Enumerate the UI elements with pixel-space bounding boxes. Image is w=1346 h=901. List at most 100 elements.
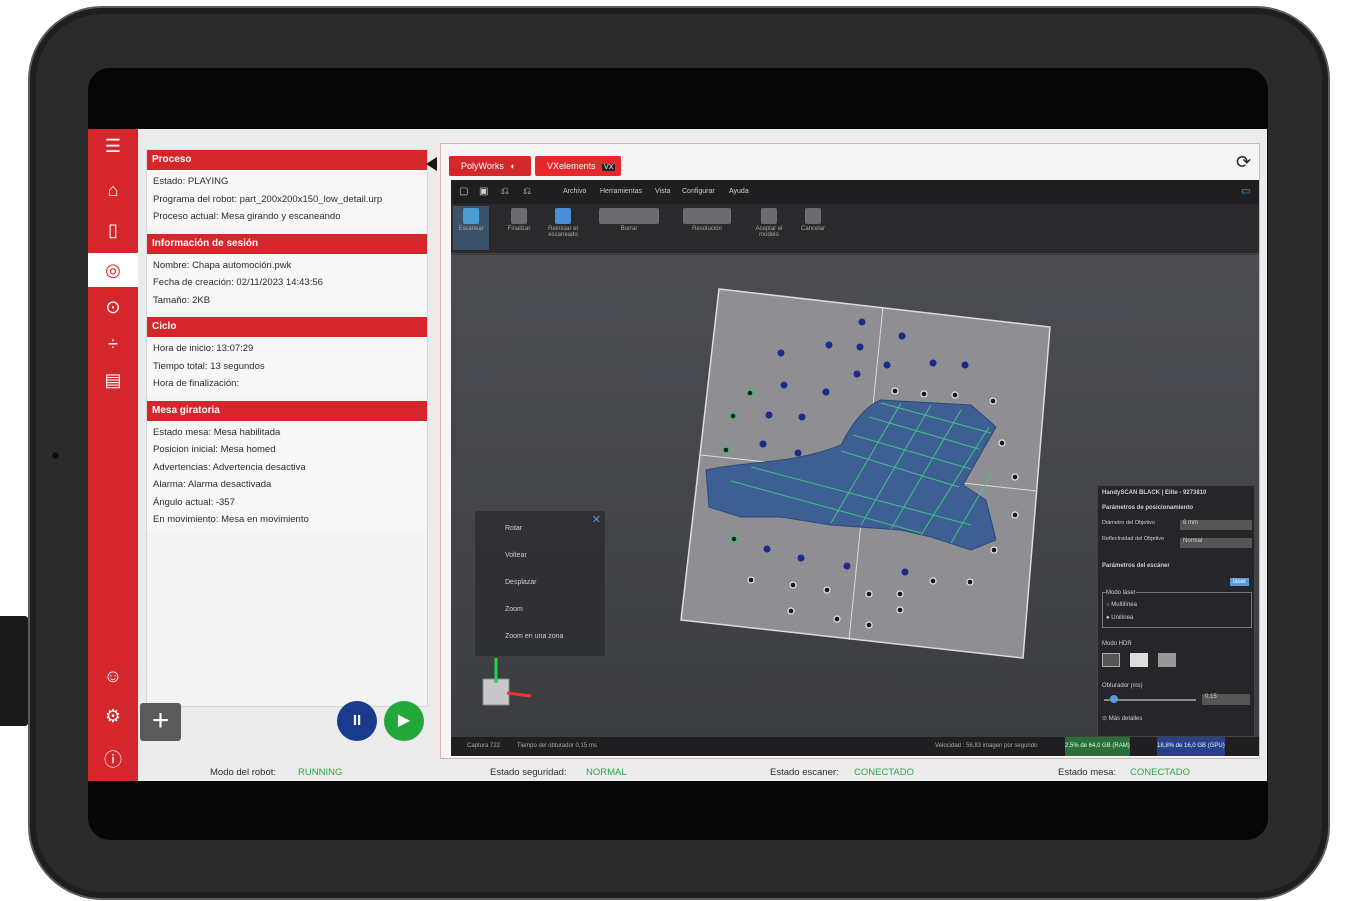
menu-archivo[interactable]: Archivo [563, 180, 586, 204]
external-cable-bar [0, 616, 28, 726]
view-context-menu: ✕ Rotar Voltear Desplazar Zoom Zoom en u… [475, 511, 605, 656]
shutter-time: Tiempo del obturador 0,15 ms [517, 743, 597, 749]
report-icon[interactable]: ▤ [88, 363, 138, 397]
more-details-label: Más detalles [1108, 716, 1143, 722]
user-icon[interactable]: ☺ [88, 659, 138, 693]
axis-gizmo[interactable] [482, 658, 532, 706]
bottom-status-bar: Modo del robot: RUNNING Estado seguridad… [138, 766, 1267, 781]
robot-mode-value: RUNNING [298, 767, 343, 778]
mesa-row: Posicion inicial: Mesa homed [153, 444, 276, 455]
scanner-title: HandySCAN BLACK | Elite - 9273810 [1102, 490, 1207, 496]
hdr-option-2[interactable] [1130, 653, 1148, 667]
collapse-arrow-icon[interactable] [426, 157, 437, 171]
ctx-desplazar[interactable]: Desplazar [505, 579, 537, 586]
safety-value: NORMAL [586, 767, 627, 778]
tab-polyworks[interactable]: PolyWorks ◐ [449, 156, 531, 176]
sidebar: ☰ ⌂ ▯ ◎ ⊙ ÷ ▤ ☺ ⚙ ⓘ [88, 129, 138, 781]
hdr-option-1[interactable] [1102, 653, 1120, 667]
tab-vxelements[interactable]: VXelements VX [535, 156, 621, 176]
sesion-row: Fecha de creación: 02/11/2023 14:43:56 [153, 277, 323, 288]
laser-mode-group [1102, 592, 1252, 628]
new-file-icon[interactable]: ▢ [459, 180, 468, 204]
pause-button[interactable]: II [337, 701, 377, 741]
ctx-voltear[interactable]: Voltear [505, 552, 527, 559]
cancel-tool-icon [805, 208, 821, 224]
ctx-zoom-zona[interactable]: Zoom en una zona [505, 633, 563, 640]
ribbon-resolucion[interactable]: Resolución [677, 206, 737, 232]
accept-tool-icon [761, 208, 777, 224]
redo-icon[interactable]: ⎌ [523, 180, 531, 204]
ribbon-cancelar[interactable]: Cancelar [795, 206, 831, 232]
menu-ayuda[interactable]: Ayuda [729, 180, 749, 204]
ribbon-escanear-label: Escanear [458, 226, 484, 232]
proceso-header: Proceso [147, 150, 427, 170]
gpu-usage: 18,8% de 16,0 GB (GPU) [1157, 737, 1225, 756]
save-icon[interactable]: ▣ [479, 180, 488, 204]
gear-icon[interactable]: ⚙ [88, 699, 138, 733]
target-diam-label: Diámetro del Objetivo [1102, 520, 1155, 526]
more-details-link[interactable]: ⊙ Más detalles [1102, 715, 1142, 722]
target-refl-field[interactable]: Normal [1180, 538, 1252, 548]
pos-params-header[interactable]: Parámetros de posicionamiento [1102, 505, 1193, 511]
mesa-row: Ángulo actual: -357 [153, 496, 235, 508]
ram-usage: 2,5% de 64,0 GB (RAM) [1065, 737, 1130, 756]
ctx-zoom[interactable]: Zoom [505, 606, 523, 613]
ciclo-row: Hora de inicio: 13:07:29 [153, 343, 254, 354]
ciclo-row: Hora de finalización: [153, 378, 240, 389]
menu-configurar[interactable]: Configurar [682, 180, 715, 204]
external-app-area: PolyWorks ◐ VXelements VX ⟳ ▢ ▣ ⎌ ⎌ Arch… [440, 143, 1260, 759]
ribbon-borrar-label: Borrar [620, 226, 638, 232]
vxelements-window: ▢ ▣ ⎌ ⎌ Archivo Herramientas Vista Confi… [451, 180, 1259, 756]
scanner-status-value: CONECTADO [854, 767, 914, 778]
help-chat-icon[interactable]: ▭ [1241, 180, 1250, 204]
add-button[interactable]: + [140, 703, 181, 741]
ribbon-resolucion-label: Resolución [692, 226, 722, 232]
ciclo-row: Tiempo total: 13 segundos [153, 360, 265, 372]
home-icon[interactable]: ⌂ [88, 173, 138, 207]
multiline-radio[interactable]: ○ Multilínea [1106, 602, 1137, 608]
proceso-row: Programa del robot: part_200x200x150_low… [153, 193, 383, 205]
vx-menu-bar: ▢ ▣ ⎌ ⎌ Archivo Herramientas Vista Confi… [451, 180, 1259, 204]
scanner-status-label: Estado escaner: [770, 767, 839, 778]
play-button[interactable]: ▶ [384, 701, 424, 741]
ribbon-escanear[interactable]: Escanear [453, 206, 489, 250]
info-icon[interactable]: ⓘ [88, 742, 138, 776]
ribbon-reiniciar-label: Reiniciar el escaneado [548, 226, 578, 238]
menu-icon[interactable]: ☰ [88, 129, 138, 163]
ribbon-aceptar-label: Aceptar el modelo [755, 226, 783, 238]
laser-button[interactable]: láser [1230, 578, 1250, 586]
target-icon[interactable]: ⊙ [88, 290, 138, 324]
3d-viewport[interactable]: ✕ Rotar Voltear Desplazar Zoom Zoom en u… [451, 255, 1259, 737]
undo-icon[interactable]: ⎌ [501, 180, 509, 204]
target-diam-field[interactable]: 6 mm [1180, 520, 1252, 530]
proceso-row: Proceso actual: Mesa girando y escaneand… [153, 211, 341, 222]
ctx-rotar[interactable]: Rotar [505, 525, 522, 532]
mesa-section: Mesa giratoria Estado mesa: Mesa habilit… [147, 400, 427, 531]
finish-tool-icon [511, 208, 527, 224]
uniline-radio[interactable]: ● Unilínea [1106, 615, 1133, 621]
shutter-label: Obturador (ms) [1102, 683, 1143, 689]
menu-vista[interactable]: Vista [655, 180, 670, 204]
restart-tool-icon [555, 208, 571, 224]
scanner-params-header[interactable]: Parámetros del escáner [1102, 563, 1170, 569]
camera-dot [51, 451, 60, 460]
shutter-slider-handle[interactable] [1110, 695, 1118, 703]
shutter-field[interactable]: 0,15 [1202, 694, 1250, 705]
menu-herramientas[interactable]: Herramientas [600, 180, 642, 204]
split-icon[interactable]: ÷ [88, 327, 138, 361]
refresh-icon[interactable]: ⟳ [1236, 152, 1251, 173]
ribbon-borrar[interactable]: Borrar [593, 206, 665, 232]
ribbon-reiniciar[interactable]: Reiniciar el escaneado [541, 206, 585, 238]
ribbon-aceptar[interactable]: Aceptar el modelo [747, 206, 791, 238]
document-icon[interactable]: ▯ [88, 213, 138, 247]
tab-polyworks-label: PolyWorks [461, 161, 504, 171]
mesa-row: Advertencias: Advertencia desactiva [153, 461, 306, 473]
close-icon[interactable]: ✕ [592, 513, 601, 526]
mesa-row: En movimiento: Mesa en movimiento [153, 514, 309, 525]
sesion-section: Información de sesión Nombre: Chapa auto… [147, 233, 427, 311]
ribbon-finalizar[interactable]: Finalizar [501, 206, 537, 232]
tab-vxelements-label: VXelements [547, 161, 596, 171]
scan-icon[interactable]: ◎ [88, 253, 138, 287]
hdr-option-3[interactable] [1158, 653, 1176, 667]
sesion-row: Tamaño: 2KB [153, 294, 211, 306]
